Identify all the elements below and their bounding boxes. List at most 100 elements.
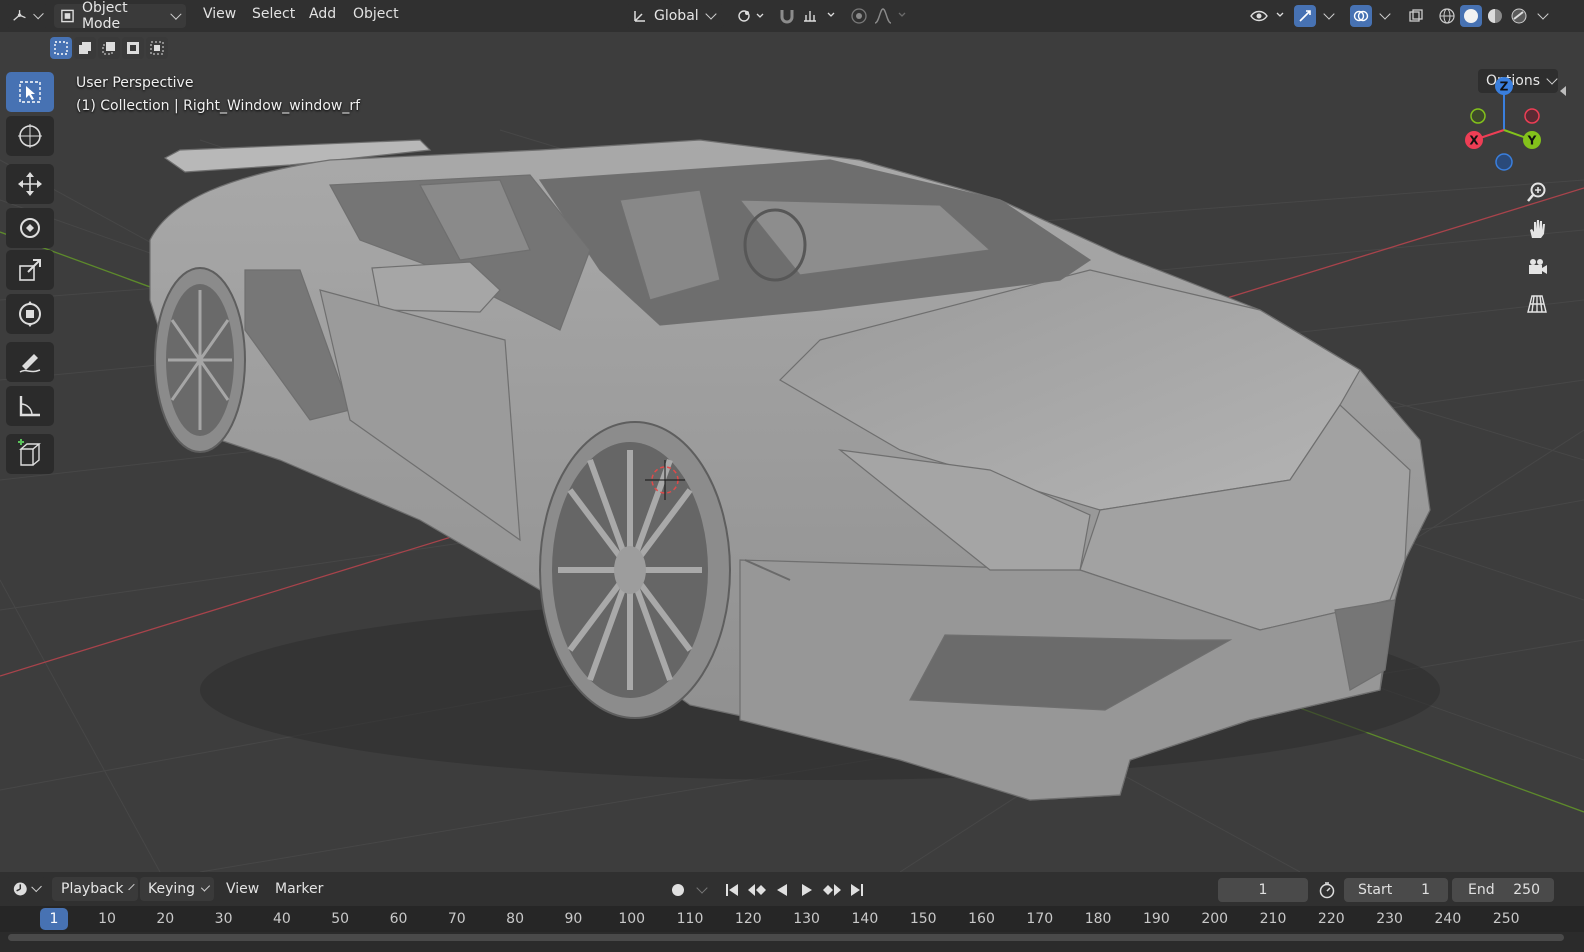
timeline-menu-view[interactable]: View [226,881,259,897]
pivot-point-dropdown[interactable] [734,5,768,27]
auto-keying-toggle[interactable] [667,879,689,901]
chevron-down-icon [200,882,211,892]
timeline-menu-marker[interactable]: Marker [275,881,323,897]
frame-number: 190 [1143,911,1170,927]
tool-add-cube[interactable] [6,434,54,474]
snap-target-dropdown[interactable] [800,5,840,27]
tool-transform[interactable] [6,294,54,334]
menu-object[interactable]: Object [353,6,399,22]
select-intersect-icon [150,41,164,55]
tool-cursor[interactable] [6,116,54,156]
snap-increment-icon [804,11,835,22]
jump-end-button[interactable] [846,879,868,901]
select-intersect-button[interactable] [146,37,168,59]
use-preview-range-toggle[interactable] [1316,879,1338,901]
pan-button[interactable] [1520,212,1554,246]
end-value: 250 [1513,882,1540,898]
proportional-editing-toggle[interactable] [848,5,870,27]
proportional-edit-icon [851,8,867,24]
play-reverse-button[interactable] [771,879,793,901]
xray-icon [1409,9,1423,22]
transform-orientation-icon [634,11,645,22]
transform-icon [19,301,41,327]
frame-number: 120 [734,911,762,927]
overlays-dropdown[interactable] [1374,5,1396,27]
neg-y-handle-icon [1470,108,1486,124]
tool-measure[interactable] [6,386,54,426]
falloff-dropdown[interactable] [872,5,910,27]
menu-add[interactable]: Add [309,6,336,22]
next-keyframe-button[interactable] [821,879,843,901]
frame-number: 40 [272,911,291,927]
select-subtract-button[interactable] [98,37,120,59]
3d-viewport[interactable]: Options User Perspective (1) Collection … [0,32,1584,872]
rendered-sphere-icon [1511,8,1527,24]
end-frame-field[interactable]: End 250 [1452,878,1554,902]
jump-start-button[interactable] [721,879,743,901]
frame-number: 240 [1434,911,1462,927]
playback-menu[interactable]: Playback [52,877,138,901]
tool-move[interactable] [6,164,54,204]
shading-material[interactable] [1484,5,1506,27]
current-frame-field[interactable]: 1 [1218,878,1308,902]
orientation-dropdown[interactable]: Global [626,4,724,28]
scene-render [0,129,1584,872]
mode-dropdown[interactable]: Object Mode [54,0,186,32]
start-frame-field[interactable]: Start 1 [1344,878,1448,902]
snap-toggle[interactable] [776,5,798,27]
visibility-dropdown[interactable] [1248,5,1288,27]
navigation-gizmo[interactable]: Z X Y [1458,74,1550,174]
keying-set-dropdown[interactable] [691,879,713,901]
3d-viewport-icon [13,10,26,21]
timeline-scrollbar[interactable] [8,934,1564,941]
playback-label: Playback [61,881,124,897]
select-invert-button[interactable] [122,37,144,59]
tool-scale[interactable] [6,250,54,290]
xray-toggle[interactable] [1405,5,1427,27]
keying-menu[interactable]: Keying [140,877,214,901]
current-frame-marker[interactable]: 1 [40,908,68,930]
shading-dropdown[interactable] [1532,5,1554,27]
gizmo-toggle[interactable] [1294,5,1316,27]
tool-rotate[interactable] [6,208,54,248]
perspective-toggle-button[interactable] [1520,287,1554,321]
material-sphere-icon [1488,9,1502,23]
frame-number: 30 [214,911,233,927]
previous-keyframe-button[interactable] [746,879,768,901]
editor-type-dropdown[interactable] [6,4,48,28]
shading-wireframe[interactable] [1436,5,1458,27]
shading-rendered[interactable] [1508,5,1530,27]
frame-number: 70 [447,911,466,927]
zoom-button[interactable] [1520,175,1554,209]
jump-end-icon [851,884,863,896]
select-extend-button[interactable] [74,37,96,59]
menu-view[interactable]: View [203,6,236,22]
frame-ruler[interactable]: 1 10 20 30 40 50 60 70 80 90 100 110 120 130 140 150 16… [0,906,1584,932]
tool-annotate[interactable] [6,342,54,382]
chevron-down-icon [1537,8,1549,20]
tool-select-box[interactable] [6,72,54,112]
neg-z-handle-icon [1495,153,1513,171]
start-value: 1 [1421,882,1430,898]
frame-number: 170 [1026,911,1054,927]
measure-icon [19,396,40,417]
select-subtract-icon [102,42,115,55]
menu-select[interactable]: Select [252,6,295,22]
frame-number: 160 [968,911,995,927]
frame-number: 130 [793,911,820,927]
scale-icon [19,259,41,281]
frame-number: 210 [1259,911,1287,927]
play-button[interactable] [796,879,818,901]
move-icon [18,172,42,196]
play-icon [802,884,812,896]
select-new-button[interactable] [50,37,72,59]
overlays-toggle[interactable] [1350,5,1372,27]
sidebar-toggle-arrow-icon[interactable] [1560,86,1566,96]
camera-view-button[interactable] [1520,250,1554,284]
gizmo-dropdown[interactable] [1318,5,1340,27]
start-label: Start [1358,882,1393,898]
front-wheel [539,421,731,719]
timeline-editor-type-dropdown[interactable] [6,877,46,901]
rotate-icon [20,218,40,238]
shading-solid[interactable] [1460,5,1482,27]
